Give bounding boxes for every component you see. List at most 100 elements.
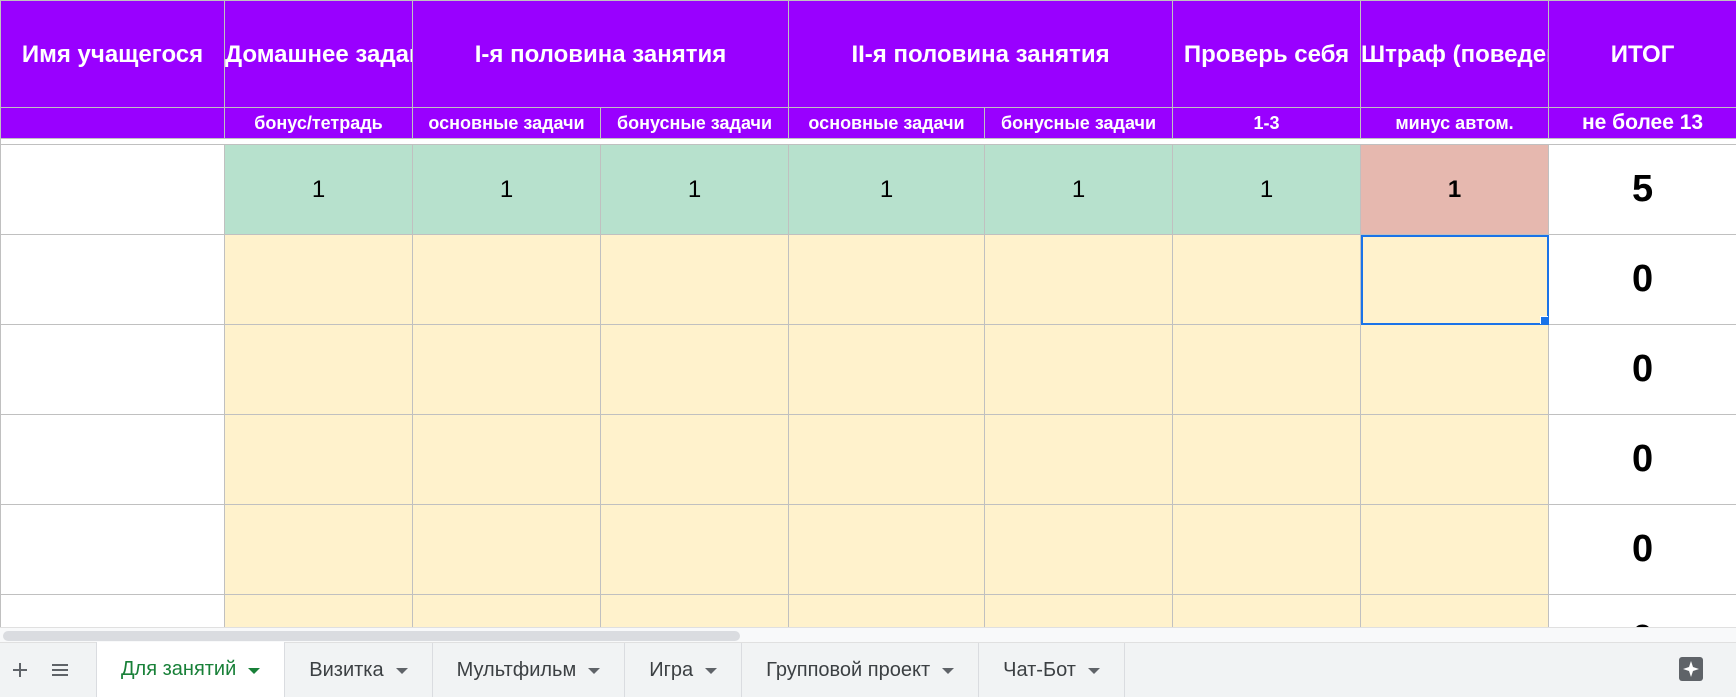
header-total[interactable]: ИТОГ	[1549, 1, 1736, 108]
student-name-cell[interactable]	[1, 325, 225, 415]
chevron-down-icon[interactable]	[248, 668, 260, 674]
check-cell[interactable]	[1173, 505, 1361, 595]
half2-main-cell[interactable]	[789, 595, 985, 628]
total-cell[interactable]: 0	[1549, 415, 1736, 505]
half1-bonus-cell[interactable]	[601, 325, 789, 415]
total-cell[interactable]: 0	[1549, 505, 1736, 595]
tab-chat-bot[interactable]: Чат-Бот	[979, 643, 1125, 697]
spreadsheet-grid[interactable]: Имя учащегося Домашнее задание I-я полов…	[0, 0, 1736, 627]
table-row: 1 1 1 1 1 1 1 5	[1, 145, 1736, 235]
horizontal-scrollbar[interactable]	[0, 627, 1736, 642]
all-sheets-button[interactable]	[40, 643, 80, 697]
subheader-check[interactable]: 1-3	[1173, 108, 1361, 139]
subheader-name[interactable]	[1, 108, 225, 139]
half2-bonus-cell[interactable]	[985, 235, 1173, 325]
half1-main-cell[interactable]	[413, 325, 601, 415]
student-name-cell[interactable]	[1, 415, 225, 505]
check-cell[interactable]	[1173, 415, 1361, 505]
sheet-tab-bar: Для занятий Визитка Мультфильм Игра Груп…	[0, 642, 1736, 697]
student-name-cell[interactable]	[1, 595, 225, 628]
chevron-down-icon[interactable]	[705, 668, 717, 674]
tab-dlya-zanyatiy[interactable]: Для занятий	[96, 642, 285, 697]
student-name-cell[interactable]	[1, 235, 225, 325]
scrollbar-thumb[interactable]	[3, 631, 740, 641]
tab-label: Визитка	[309, 659, 383, 682]
subheader-total[interactable]: не более 13	[1549, 108, 1736, 139]
add-sheet-button[interactable]	[0, 643, 40, 697]
check-cell[interactable]: 1	[1173, 145, 1361, 235]
header-name[interactable]: Имя учащегося	[1, 1, 225, 108]
header-check[interactable]: Проверь себя	[1173, 1, 1361, 108]
header-homework[interactable]: Домашнее задание	[225, 1, 413, 108]
plus-icon	[12, 662, 28, 678]
half2-main-cell[interactable]	[789, 235, 985, 325]
half2-main-cell[interactable]	[789, 505, 985, 595]
subheader-homework[interactable]: бонус/тетрадь	[225, 108, 413, 139]
half2-bonus-cell[interactable]	[985, 595, 1173, 628]
chevron-down-icon[interactable]	[396, 668, 408, 674]
header-first-half[interactable]: I-я половина занятия	[413, 1, 789, 108]
homework-cell[interactable]: 1	[225, 145, 413, 235]
header-second-half[interactable]: II-я половина занятия	[789, 1, 1173, 108]
total-cell[interactable]: 5	[1549, 145, 1736, 235]
total-cell[interactable]: 0	[1549, 325, 1736, 415]
chevron-down-icon[interactable]	[1088, 668, 1100, 674]
penalty-cell[interactable]	[1361, 595, 1549, 628]
half1-bonus-cell[interactable]	[601, 415, 789, 505]
tab-multfilm[interactable]: Мультфильм	[433, 643, 626, 697]
penalty-cell[interactable]	[1361, 325, 1549, 415]
half1-bonus-cell[interactable]	[601, 595, 789, 628]
subheader-half2-bonus[interactable]: бонусные задачи	[985, 108, 1173, 139]
half1-main-cell[interactable]	[413, 595, 601, 628]
student-name-cell[interactable]	[1, 505, 225, 595]
tab-vizitka[interactable]: Визитка	[285, 643, 432, 697]
total-cell[interactable]: 0	[1549, 235, 1736, 325]
half1-bonus-cell[interactable]	[601, 235, 789, 325]
homework-cell[interactable]	[225, 235, 413, 325]
penalty-cell[interactable]	[1361, 505, 1549, 595]
half2-bonus-cell[interactable]	[985, 415, 1173, 505]
penalty-cell[interactable]	[1361, 415, 1549, 505]
homework-cell[interactable]	[225, 595, 413, 628]
tab-igra[interactable]: Игра	[625, 643, 742, 697]
list-icon	[51, 662, 69, 678]
half1-main-cell[interactable]	[413, 235, 601, 325]
tab-label: Чат-Бот	[1003, 659, 1076, 682]
chevron-down-icon[interactable]	[588, 668, 600, 674]
table-row: 0	[1, 235, 1736, 325]
half1-main-cell[interactable]: 1	[413, 145, 601, 235]
header-penalty[interactable]: Штраф (поведение, замечания)	[1361, 1, 1549, 108]
table-row: 0	[1, 505, 1736, 595]
half1-main-cell[interactable]	[413, 505, 601, 595]
check-cell[interactable]	[1173, 235, 1361, 325]
half1-bonus-cell[interactable]: 1	[601, 145, 789, 235]
subheader-half1-bonus[interactable]: бонусные задачи	[601, 108, 789, 139]
half1-main-cell[interactable]	[413, 415, 601, 505]
half2-bonus-cell[interactable]	[985, 505, 1173, 595]
student-name-cell[interactable]	[1, 145, 225, 235]
half2-main-cell[interactable]: 1	[789, 145, 985, 235]
tab-label: Мультфильм	[457, 659, 577, 682]
table-row: 0	[1, 325, 1736, 415]
fill-handle[interactable]	[1540, 316, 1549, 325]
total-cell[interactable]: 0	[1549, 595, 1736, 628]
subheader-half1-main[interactable]: основные задачи	[413, 108, 601, 139]
check-cell[interactable]	[1173, 595, 1361, 628]
tab-label: Для занятий	[121, 658, 236, 681]
explore-button[interactable]	[1676, 654, 1706, 684]
penalty-cell[interactable]: 1	[1361, 145, 1549, 235]
homework-cell[interactable]	[225, 325, 413, 415]
homework-cell[interactable]	[225, 505, 413, 595]
subheader-penalty[interactable]: минус автом.	[1361, 108, 1549, 139]
half2-bonus-cell[interactable]: 1	[985, 145, 1173, 235]
chevron-down-icon[interactable]	[942, 668, 954, 674]
half2-bonus-cell[interactable]	[985, 325, 1173, 415]
subheader-half2-main[interactable]: основные задачи	[789, 108, 985, 139]
check-cell[interactable]	[1173, 325, 1361, 415]
half2-main-cell[interactable]	[789, 415, 985, 505]
half1-bonus-cell[interactable]	[601, 505, 789, 595]
penalty-cell-selected[interactable]	[1361, 235, 1549, 325]
half2-main-cell[interactable]	[789, 325, 985, 415]
homework-cell[interactable]	[225, 415, 413, 505]
tab-gruppovoy-proekt[interactable]: Групповой проект	[742, 643, 979, 697]
